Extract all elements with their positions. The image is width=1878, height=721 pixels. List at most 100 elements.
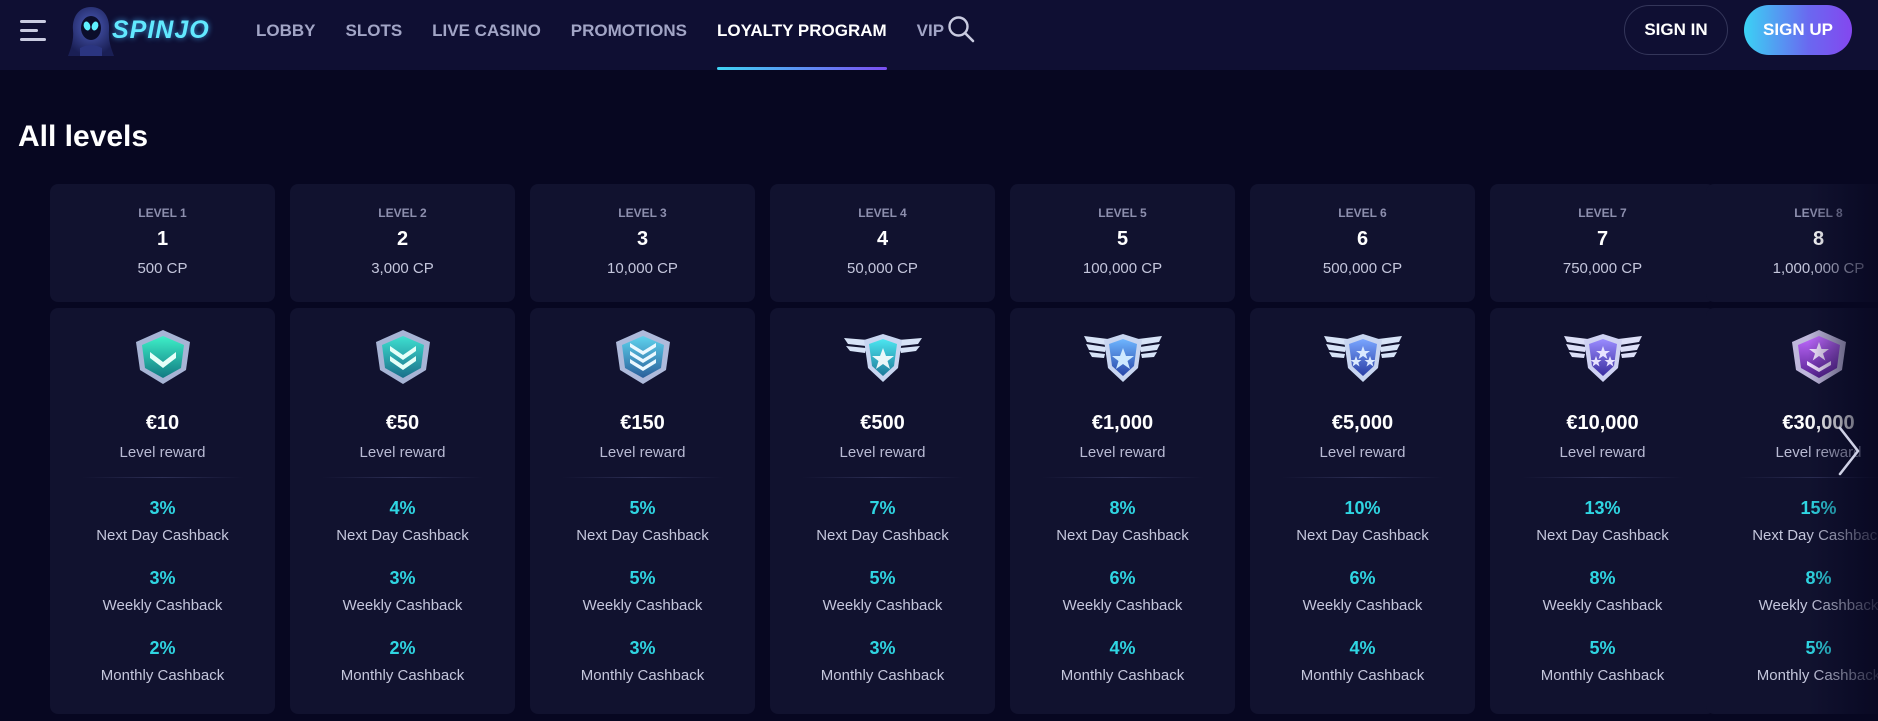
nav-lobby[interactable]: LOBBY	[256, 0, 316, 70]
monthly-cashback-value: 3%	[629, 638, 656, 658]
divider	[802, 477, 963, 478]
level-card: LEVEL 3 3 10,000 CP €150 Level reward 5%…	[530, 184, 755, 714]
level-label: LEVEL 3	[618, 206, 667, 220]
reward-amount: €150	[620, 412, 665, 434]
monthly-cashback-label: Monthly Cashback	[1060, 667, 1185, 684]
nav-promotions[interactable]: PROMOTIONS	[571, 0, 687, 70]
winged-badge-three-stars-icon	[1324, 334, 1402, 382]
reward-amount: €500	[860, 412, 905, 434]
weekly-cashback-value: 6%	[1349, 568, 1376, 588]
level-label: LEVEL 6	[1338, 206, 1387, 220]
nav-live-casino[interactable]: LIVE CASINO	[432, 0, 541, 70]
level-details: €500 Level reward 7% Next Day Cashback 5…	[770, 308, 995, 714]
weekly-cashback-label: Weekly Cashback	[1302, 597, 1423, 614]
level-card: LEVEL 1 1 500 CP €10 Level reward 3% Nex…	[50, 184, 275, 714]
level-header: LEVEL 8 8 1,000,000 CP	[1706, 184, 1878, 302]
next-day-cashback-label: Next Day Cashback	[1536, 527, 1669, 544]
reward-label: Level reward	[119, 444, 206, 461]
monthly-cashback-value: 2%	[389, 638, 416, 658]
next-day-cashback-value: 5%	[629, 498, 656, 518]
search-icon[interactable]	[946, 14, 976, 44]
level-details: €1,000 Level reward 8% Next Day Cashback…	[1010, 308, 1235, 714]
nav-loyalty-program[interactable]: LOYALTY PROGRAM	[716, 0, 887, 70]
shield-teal-double-chevron-icon	[376, 330, 430, 384]
nav-slots[interactable]: SLOTS	[346, 0, 403, 70]
reward-amount: €50	[385, 412, 420, 434]
next-day-cashback-value: 3%	[149, 498, 176, 518]
reward-label: Level reward	[839, 444, 926, 461]
page-title: All levels	[18, 120, 149, 153]
weekly-cashback-value: 5%	[869, 568, 896, 588]
monthly-cashback-label: Monthly Cashback	[820, 667, 945, 684]
level-cp: 1,000,000 CP	[1772, 260, 1865, 277]
level-header: LEVEL 2 2 3,000 CP	[290, 184, 515, 302]
weekly-cashback-value: 8%	[1589, 568, 1616, 588]
chevron-right-icon[interactable]	[1834, 424, 1864, 478]
reward-label: Level reward	[1319, 444, 1406, 461]
weekly-cashback-label: Weekly Cashback	[1062, 597, 1183, 614]
nav-vip[interactable]: VIP	[917, 0, 944, 70]
level-header: LEVEL 5 5 100,000 CP	[1010, 184, 1235, 302]
next-day-cashback-value: 4%	[389, 498, 416, 518]
sign-up-button[interactable]: SIGN UP	[1744, 5, 1852, 55]
monthly-cashback-value: 4%	[1109, 638, 1136, 658]
reward-label: Level reward	[1559, 444, 1646, 461]
level-cp: 500 CP	[137, 260, 188, 277]
monthly-cashback-label: Monthly Cashback	[1540, 667, 1665, 684]
weekly-cashback-label: Weekly Cashback	[822, 597, 943, 614]
next-day-cashback-label: Next Day Cashback	[336, 527, 469, 544]
weekly-cashback-value: 8%	[1805, 568, 1832, 588]
monthly-cashback-label: Monthly Cashback	[100, 667, 225, 684]
monthly-cashback-value: 5%	[1805, 638, 1832, 658]
top-header: SPINJO LOBBY SLOTS LIVE CASINO PROMOTION…	[0, 0, 1878, 70]
monthly-cashback-label: Monthly Cashback	[580, 667, 705, 684]
shield-purple-chevron-icon	[1792, 330, 1846, 384]
level-cp: 50,000 CP	[847, 260, 918, 277]
weekly-cashback-label: Weekly Cashback	[342, 597, 463, 614]
level-cp: 10,000 CP	[607, 260, 678, 277]
levels-carousel: LEVEL 1 1 500 CP €10 Level reward 3% Nex…	[0, 184, 1878, 714]
level-label: LEVEL 2	[378, 206, 427, 220]
level-label: LEVEL 7	[1578, 206, 1627, 220]
level-number: 5	[1116, 228, 1129, 250]
level-card: LEVEL 7 7 750,000 CP €10,000 Level rewar…	[1490, 184, 1715, 714]
level-header: LEVEL 4 4 50,000 CP	[770, 184, 995, 302]
divider	[322, 477, 483, 478]
reward-amount: €10,000	[1566, 412, 1639, 434]
next-day-cashback-label: Next Day Cashback	[1056, 527, 1189, 544]
divider	[1522, 477, 1683, 478]
level-header: LEVEL 3 3 10,000 CP	[530, 184, 755, 302]
monthly-cashback-value: 3%	[869, 638, 896, 658]
level-number: 4	[876, 228, 889, 250]
monthly-cashback-label: Monthly Cashback	[1300, 667, 1425, 684]
level-header: LEVEL 7 7 750,000 CP	[1490, 184, 1715, 302]
alien-mascot-icon	[68, 7, 114, 56]
level-label: LEVEL 5	[1098, 206, 1147, 220]
winged-badge-one-star-icon	[844, 334, 922, 382]
level-number: 7	[1596, 228, 1609, 250]
reward-label: Level reward	[359, 444, 446, 461]
level-cp: 3,000 CP	[371, 260, 434, 277]
sign-in-button[interactable]: SIGN IN	[1624, 5, 1728, 55]
weekly-cashback-value: 3%	[389, 568, 416, 588]
level-details: €50 Level reward 4% Next Day Cashback 3%…	[290, 308, 515, 714]
menu-icon[interactable]	[20, 20, 48, 42]
level-label: LEVEL 1	[138, 206, 187, 220]
divider	[82, 477, 243, 478]
level-details: €10,000 Level reward 13% Next Day Cashba…	[1490, 308, 1715, 714]
weekly-cashback-label: Weekly Cashback	[1542, 597, 1663, 614]
divider	[562, 477, 723, 478]
weekly-cashback-value: 6%	[1109, 568, 1136, 588]
level-label: LEVEL 4	[858, 206, 907, 220]
level-number: 3	[636, 228, 649, 250]
weekly-cashback-value: 3%	[149, 568, 176, 588]
next-day-cashback-label: Next Day Cashback	[816, 527, 949, 544]
weekly-cashback-label: Weekly Cashback	[582, 597, 703, 614]
logo[interactable]: SPINJO	[66, 4, 209, 58]
logo-text: SPINJO	[112, 16, 210, 44]
divider	[1042, 477, 1203, 478]
winged-badge-blue-star-icon	[1084, 334, 1162, 382]
main-nav: LOBBY SLOTS LIVE CASINO PROMOTIONS LOYAL…	[256, 0, 974, 70]
reward-label: Level reward	[1079, 444, 1166, 461]
shield-blue-triple-chevron-icon	[616, 330, 670, 384]
